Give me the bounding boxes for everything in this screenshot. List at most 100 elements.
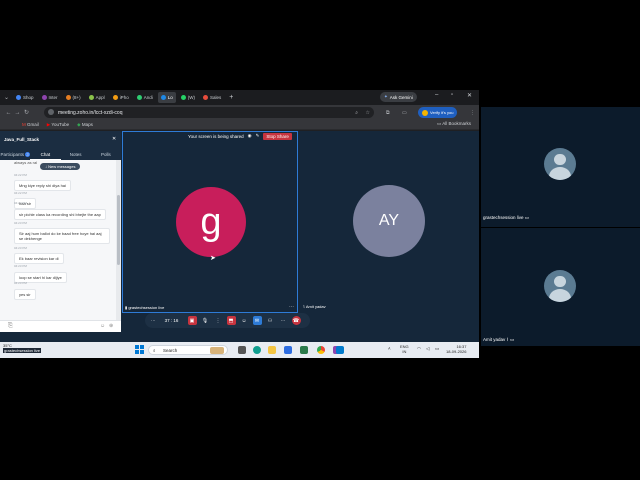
close-panel-icon[interactable]: ✕ [112,136,116,142]
tile2-name: ⌇ Amit yadav [303,304,326,309]
tab-favicon-icon [136,95,142,100]
back-icon[interactable]: ← [4,110,13,116]
video-toggle-button[interactable]: ▣ [187,316,197,325]
more-options-icon[interactable]: ⊕ [109,323,113,329]
participant-tile-right-2[interactable] [481,228,640,346]
edge-icon[interactable] [253,346,261,354]
bookmark-maps[interactable]: ◆ Maps [77,122,93,128]
video-tile-host[interactable]: g ➤ ▮ grastechsession live ⋯ [122,131,298,313]
ask-gemini-button[interactable]: ✦ Ask Gemini [380,92,417,102]
close-window-button[interactable]: ✕ [467,92,472,99]
tab-favicon-icon [180,95,186,100]
new-messages-pill[interactable]: ↓ New messages [40,163,81,170]
maximize-button[interactable]: ▫ [451,92,453,98]
bookmark-gmail[interactable]: M Gmail [22,122,39,127]
new-tab-button[interactable]: + [229,94,233,101]
screen-share-button[interactable]: ⬒ [226,316,236,325]
chat-messages: always as ral 04:22 PM Mng kiye reply shi… [0,160,116,320]
app-icon[interactable] [300,346,308,354]
zoom-icon[interactable]: ⌕ [355,110,358,116]
tab-search-icon[interactable]: ⌄ [2,94,11,101]
chat-scrollbar[interactable] [116,160,121,320]
browser-tab[interactable]: Appl [86,92,108,103]
emoji-icon[interactable]: ☺ [100,323,105,329]
video-tile-amit[interactable]: AY ⌇ Amit yadav [300,131,479,313]
taskbar-search[interactable]: ⌕ Search [148,345,228,355]
chat-timestamp: 04:23 PM [14,201,27,205]
weather-widget[interactable]: 35°C grastechsession live [3,343,42,353]
gemini-icon: ✦ [384,94,388,99]
site-info-icon[interactable] [48,109,54,115]
mic-off-icon: ⌇ [303,304,305,309]
leave-call-button[interactable]: ☎ [291,316,301,325]
browser-tab[interactable]: Andi [134,92,156,103]
language-indicator[interactable]: ENG IN [400,344,409,354]
tab-notes[interactable]: Notes [61,149,91,160]
mic-button[interactable]: 🎙 [201,316,210,325]
audio-settings-button[interactable]: ⋮ [214,316,223,325]
participant-tile-right-1[interactable]: grastechsession live ▭ [481,107,640,227]
browser-tab[interactable]: (8+) [63,92,84,103]
browser-tab[interactable]: Shop [13,92,37,103]
pin-icon: ▮ [125,305,128,310]
start-icon[interactable] [135,345,144,354]
participants-button[interactable]: ⚇ [266,316,275,325]
chrome-icon[interactable] [317,346,325,354]
chat-input[interactable]: ⎘ ☺ ⊕ [0,320,121,332]
right-tile1-name: grastechsession live ▭ [483,215,530,220]
tab-participants[interactable]: Participants 3 [0,149,30,160]
browser-tab[interactable]: Sales [200,92,224,103]
task-view-icon[interactable] [238,346,246,354]
tab-favicon-icon [16,95,21,100]
meeting-title: Java_Full_Stack [4,137,40,142]
browser-window: ⌄ Shop Inter (8+) Appl iPho Andi Lo (W) Sales + … [0,90,479,358]
tab-favicon-icon [65,95,71,100]
eye-icon[interactable]: ◉ [248,133,252,139]
bookmark-youtube[interactable]: ▶ YouTube [47,122,69,128]
search-placeholder: Search [163,347,178,353]
volume-icon[interactable]: ◁ [426,346,429,352]
all-bookmarks[interactable]: ▭ All Bookmarks [437,121,471,127]
more-button[interactable]: ⋯ [279,316,288,325]
tab-label: (W) [187,95,195,100]
tab-polls[interactable]: Polls [91,149,121,160]
file-explorer-icon[interactable] [268,346,276,354]
browser-tab[interactable]: (W) [178,92,198,103]
ask-gemini-label: Ask Gemini [389,94,413,100]
sidebar-icon[interactable]: ▭ [402,110,407,116]
mouse-cursor-icon: ➤ [210,255,216,262]
pen-icon[interactable]: ✎ [256,133,260,139]
browser-tab[interactable]: Inter [39,92,61,103]
tray-chevron-icon[interactable]: ˄ [388,346,391,351]
wifi-icon[interactable]: ◠ [417,346,421,352]
tab-chat[interactable]: Chat [30,149,61,160]
windows-taskbar: 35°C grastechsession live ⌕ Search ˄ ENG… [0,342,479,358]
url-text: meeting.zoho.in/lcct-xzdi-coq [58,109,123,116]
clock[interactable]: 16:37 18-09-2026 [446,344,466,354]
chat-message: Mng kiye reply shi diya hai [14,180,71,191]
browser-tab[interactable]: iPho [110,92,132,103]
bookmark-star-icon[interactable]: ☆ [366,110,370,116]
vscode-icon[interactable] [336,346,344,354]
battery-icon[interactable]: ▭ [435,346,439,352]
store-icon[interactable] [284,346,292,354]
tab-label: Sales [209,95,222,100]
chat-button[interactable]: ✉ [252,316,262,325]
reload-icon[interactable]: ↻ [22,109,31,116]
forward-icon[interactable]: → [13,110,22,116]
controls-more-icon[interactable]: ⋯ [151,318,156,324]
participants-count-badge: 3 [25,152,30,157]
panel-tabs: Participants 3 Chat Notes Polls [0,149,121,160]
url-field[interactable]: meeting.zoho.in/lcct-xzdi-coq ⌕ ☆ [44,107,374,118]
stop-share-button[interactable]: Stop Share [263,132,292,140]
tab-label: Shop [23,95,34,100]
browser-tab[interactable]: Lo [157,92,176,103]
verify-profile-chip[interactable]: Verify it's you [418,107,458,118]
tab-favicon-icon [41,95,47,100]
attach-icon[interactable]: ⎘ [8,323,13,330]
extensions-icon[interactable]: ⧉ [386,110,390,116]
reactions-button[interactable]: ☺ [240,316,249,325]
browser-menu-icon[interactable]: ⋮ [470,110,475,116]
tile1-more-icon[interactable]: ⋯ [289,304,294,310]
minimize-button[interactable]: – [435,92,438,98]
